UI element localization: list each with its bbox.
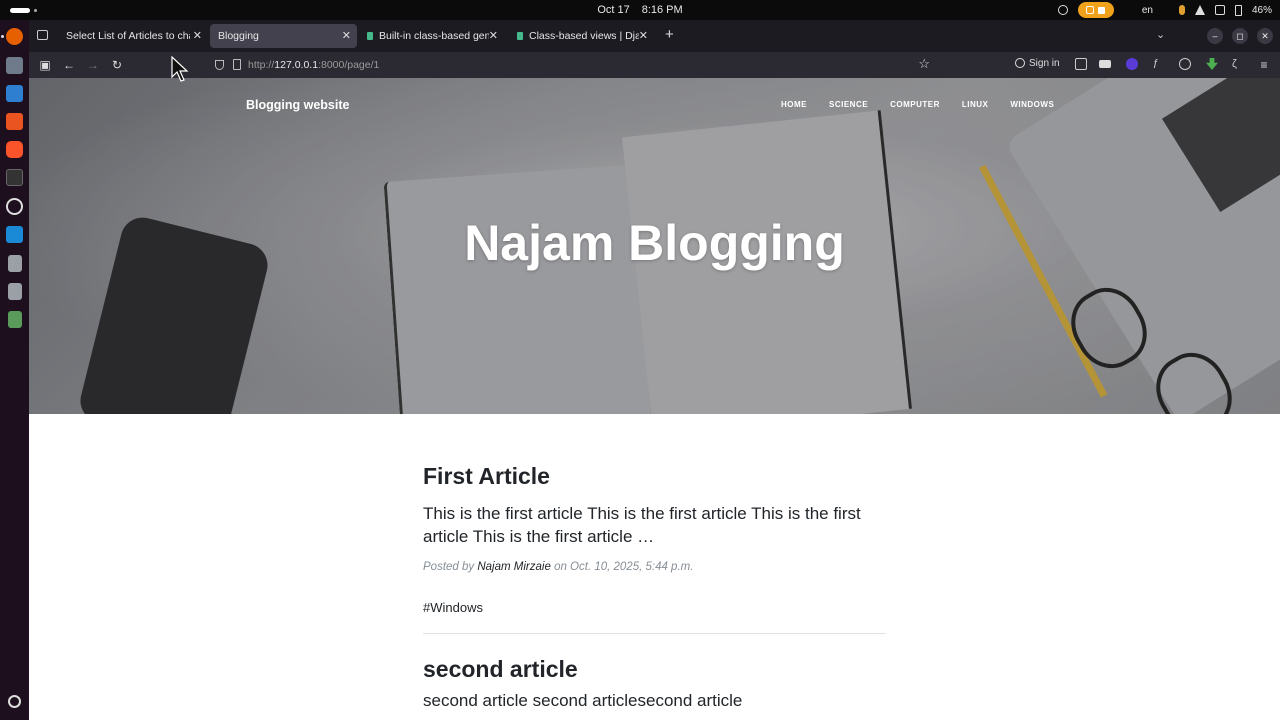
video-icon[interactable] [1099,60,1111,68]
page-info-icon[interactable] [233,59,241,70]
bookmark-star-icon[interactable]: ☆ [918,56,930,72]
nav-windows[interactable]: WINDOWS [1010,100,1054,109]
keyboard-language[interactable]: en [1142,5,1153,16]
tab-title: Select List of Articles to char [66,30,190,42]
post-divider [423,633,886,634]
sign-in-label: Sign in [1029,58,1060,69]
post-title[interactable]: second article [423,656,886,683]
tab-select-articles[interactable]: Select List of Articles to char ✕ [58,24,208,48]
extensions-icon[interactable] [1075,58,1087,70]
microphone-icon [1178,5,1185,15]
tab-title: Blogging [218,30,259,42]
hero-title: Najam Blogging [464,215,845,271]
url-path: :8000/page/1 [318,59,380,71]
document-icon[interactable] [8,283,22,300]
chrome-icon[interactable] [1179,58,1191,70]
post-preview: First Article This is the first article … [423,463,886,634]
battery-icon [1234,4,1242,16]
reload-button[interactable]: ↻ [108,56,126,74]
brave-icon[interactable] [6,141,23,158]
clock-date: Oct 17 [597,4,630,16]
post-meta-prefix: Posted by [423,561,475,573]
post-excerpt[interactable]: second article second articlesecond arti… [423,689,886,712]
battery-level: 46% [1251,4,1272,16]
web-page: Blogging website HOME SCIENCE COMPUTER L… [29,78,1280,720]
navigation-toolbar: ▣ ← → ↻ http://127.0.0.1:8000/page/1 ☆ S… [29,52,1280,78]
post-date: on Oct. 10, 2025, 5:44 p.m. [554,561,694,573]
sidebar-icon[interactable]: ▣ [36,56,54,74]
post-title[interactable]: First Article [423,463,886,490]
close-icon[interactable]: ✕ [489,24,498,48]
site-nav: HOME SCIENCE COMPUTER LINUX WINDOWS [781,100,1054,109]
list-all-tabs-icon[interactable]: ⌄ [1156,28,1165,41]
formula-icon[interactable]: ƒ [1153,58,1165,70]
appstore-icon[interactable] [6,113,23,130]
sign-in-button[interactable]: Sign in [1015,58,1060,69]
software-icon[interactable] [6,85,23,102]
dock [0,20,29,720]
screen-recorder-indicator[interactable] [1077,2,1114,18]
tab-blogging[interactable]: Blogging ✕ [210,24,357,48]
browser-window: Select List of Articles to char ✕ Bloggi… [29,20,1280,720]
files-icon[interactable] [6,57,23,74]
tracking-protection-icon[interactable] [215,60,224,70]
stop-icon [1098,6,1106,14]
tab-overview-icon[interactable] [37,30,48,40]
post-list: First Article This is the first article … [423,463,886,712]
url-host: 127.0.0.1 [274,59,319,71]
volume-icon [1214,5,1225,15]
apps-grid-icon[interactable] [8,695,21,708]
tab-class-based-views[interactable]: Class-based views | Djang ✕ [509,24,654,48]
trash-icon[interactable] [8,311,22,328]
site-brand[interactable]: Blogging website [246,98,349,112]
url-text[interactable]: http://127.0.0.1:8000/page/1 [248,59,379,71]
sync-icon[interactable]: ζ [1232,58,1244,70]
document-icon[interactable] [8,255,22,272]
back-button[interactable]: ← [60,56,78,74]
system-top-bar: Oct 17 8:16 PM en 46% [0,0,1280,20]
account-icon [1015,58,1025,68]
minimize-button[interactable]: – [1207,28,1223,44]
tab-title: Class-based views | Djang [529,30,639,42]
nav-science[interactable]: SCIENCE [829,100,868,109]
network-icon [1194,5,1205,15]
extension-purple-icon[interactable] [1126,58,1138,70]
post-author-link[interactable]: Najam Mirzaie [477,561,551,573]
menu-icon[interactable]: ≡ [1255,56,1273,74]
mouse-cursor-icon [171,56,189,82]
hero-header: Blogging website HOME SCIENCE COMPUTER L… [29,78,1280,414]
close-icon[interactable]: ✕ [342,24,351,48]
tab-title: Built-in class-based gene [379,30,489,42]
tab-builtin-views[interactable]: Built-in class-based gene ✕ [359,24,504,48]
clock-time: 8:16 PM [641,4,683,16]
running-indicator [1,35,4,38]
post-excerpt[interactable]: This is the first article This is the fi… [423,502,886,548]
url-scheme: http:// [248,59,275,71]
close-icon[interactable]: ✕ [193,24,202,48]
nav-computer[interactable]: COMPUTER [890,100,940,109]
vscode-icon[interactable] [6,226,23,243]
post-preview: second article second article second art… [423,656,886,712]
obs-icon[interactable] [6,198,23,215]
terminal-icon[interactable] [6,169,23,186]
django-favicon-icon [517,32,523,40]
system-tray[interactable]: en 46% [1057,2,1272,18]
post-meta: Posted by Najam Mirzaie on Oct. 10, 2025… [423,561,886,573]
tab-bar: Select List of Articles to char ✕ Bloggi… [29,20,1280,52]
forward-button[interactable]: → [84,56,102,74]
close-icon[interactable]: ✕ [639,24,648,48]
close-window-button[interactable]: ✕ [1257,28,1273,44]
download-icon[interactable] [1206,58,1218,70]
address-bar[interactable]: http://127.0.0.1:8000/page/1 ☆ [207,55,934,75]
new-tab-button[interactable]: + [665,26,674,43]
restore-button[interactable]: ◻ [1232,28,1248,44]
firefox-icon[interactable] [6,28,23,45]
chrome-icon[interactable] [1057,5,1068,15]
nav-home[interactable]: HOME [781,100,807,109]
django-favicon-icon [367,32,373,40]
screenshot-icon [1086,6,1095,14]
nav-linux[interactable]: LINUX [962,100,989,109]
post-tag[interactable]: #Windows [423,600,886,615]
